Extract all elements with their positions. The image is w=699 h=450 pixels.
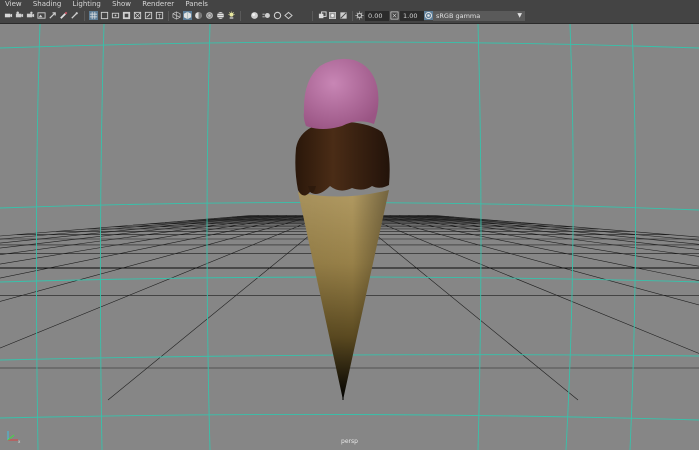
ice-cream-cone-model[interactable]	[295, 58, 390, 400]
grid-line	[0, 215, 316, 302]
gate-guide-line	[206, 24, 211, 450]
exposure-field[interactable]: 0.00	[365, 11, 389, 21]
grid-line	[426, 215, 699, 241]
image-plane-icon[interactable]	[37, 11, 46, 20]
grid-line	[361, 215, 699, 354]
ambient-occlusion-icon[interactable]	[250, 11, 259, 20]
toolbar-separator	[312, 11, 313, 21]
menu-shading[interactable]: Shading	[33, 0, 61, 9]
gate-guide-line	[0, 41, 699, 49]
grid-icon[interactable]	[89, 11, 98, 20]
chocolate-coating	[295, 121, 390, 196]
gate-guide-line	[629, 24, 637, 450]
gamma-icon[interactable]	[390, 11, 399, 20]
motion-blur-icon[interactable]	[262, 11, 271, 20]
bookmark-icon[interactable]	[26, 11, 35, 20]
panel-menu-bar: View Shading Lighting Show Renderer Pane…	[0, 0, 699, 9]
3d-viewport[interactable]: x	[0, 24, 699, 450]
default-material-icon[interactable]	[194, 11, 203, 20]
safe-title-icon[interactable]: T	[155, 11, 164, 20]
grid-line	[408, 215, 699, 250]
menu-renderer[interactable]: Renderer	[142, 0, 174, 9]
ice-cream-scoop	[303, 58, 379, 129]
maya-viewport-panel: View Shading Lighting Show Renderer Pane…	[0, 0, 699, 450]
shadows-icon[interactable]	[227, 11, 236, 20]
menu-show[interactable]: Show	[112, 0, 131, 9]
panel-toolbar: T 0.00 1.00 sRGB gamma ▼	[0, 9, 699, 24]
grid-line	[0, 215, 278, 249]
grid-line	[370, 215, 699, 306]
paint-icon[interactable]	[70, 11, 79, 20]
svg-text:T: T	[157, 14, 162, 20]
select-camera-icon[interactable]	[4, 11, 13, 20]
color-management-icon[interactable]	[424, 11, 433, 20]
toolbar-separator	[84, 11, 85, 21]
color-space-value: sRGB gamma	[436, 12, 481, 20]
grid-line	[380, 215, 699, 282]
2d-pan-zoom-icon[interactable]	[48, 11, 57, 20]
gate-guide-line	[565, 24, 574, 450]
grease-pencil-icon[interactable]	[59, 11, 68, 20]
gate-guide-line	[35, 24, 41, 450]
grid-line	[398, 215, 699, 257]
toolbar-separator	[240, 11, 241, 21]
gate-mask-icon[interactable]	[122, 11, 131, 20]
textured-icon[interactable]	[205, 11, 214, 20]
depth-of-field-icon[interactable]	[284, 11, 293, 20]
smooth-shade-icon[interactable]	[183, 11, 192, 20]
menu-panels[interactable]: Panels	[185, 0, 208, 9]
color-space-dropdown[interactable]: sRGB gamma ▼	[433, 11, 525, 21]
toolbar-separator	[168, 11, 169, 21]
anti-aliasing-icon[interactable]	[273, 11, 282, 20]
camera-label: persp	[341, 438, 358, 445]
gate-guide-line	[99, 24, 105, 450]
gate-guide-line	[0, 413, 699, 421]
menu-lighting[interactable]: Lighting	[73, 0, 101, 9]
toolbar-separator	[352, 11, 353, 21]
camera-attributes-icon[interactable]	[15, 11, 24, 20]
use-all-lights-icon[interactable]	[216, 11, 225, 20]
viewport-scene	[0, 24, 699, 450]
grid-line	[0, 215, 297, 265]
grid-line	[0, 215, 306, 279]
safe-action-icon[interactable]	[144, 11, 153, 20]
gamma-field[interactable]: 1.00	[400, 11, 424, 21]
film-gate-icon[interactable]	[100, 11, 109, 20]
isolate-select-icon[interactable]	[318, 11, 327, 20]
grid-line	[0, 215, 250, 237]
gate-guide-line	[477, 24, 482, 450]
backface-culling-icon[interactable]	[339, 11, 348, 20]
xray-icon[interactable]	[328, 11, 337, 20]
grid-line	[436, 215, 699, 238]
resolution-gate-icon[interactable]	[111, 11, 120, 20]
field-chart-icon[interactable]	[133, 11, 142, 20]
menu-view[interactable]: View	[5, 0, 22, 9]
exposure-icon[interactable]	[355, 11, 364, 20]
grid-line	[107, 215, 334, 401]
grid-line	[0, 215, 325, 349]
wireframe-icon[interactable]	[172, 11, 181, 20]
grid-line	[352, 215, 579, 401]
chevron-down-icon: ▼	[517, 12, 522, 19]
